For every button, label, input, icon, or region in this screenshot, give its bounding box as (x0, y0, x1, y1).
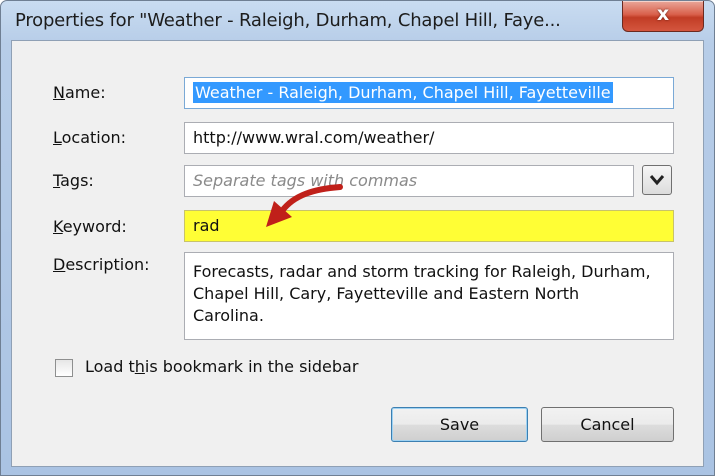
title-bar[interactable]: Properties for "Weather - Raleigh, Durha… (1, 1, 714, 39)
location-field[interactable]: http://www.wral.com/weather/ (184, 122, 674, 154)
name-value: Weather - Raleigh, Durham, Chapel Hill, … (193, 82, 613, 103)
description-field[interactable]: Forecasts, radar and storm tracking for … (184, 252, 674, 340)
save-button[interactable]: Save (391, 407, 528, 442)
tags-label: Tags: (53, 171, 94, 190)
dialog-title: Properties for "Weather - Raleigh, Durha… (15, 10, 561, 31)
chevron-down-icon (649, 175, 665, 186)
close-icon: x (656, 3, 670, 25)
description-label: Description: (53, 255, 150, 274)
tags-dropdown-button[interactable] (642, 165, 672, 195)
dialog-body: Name: Weather - Raleigh, Durham, Chapel … (11, 40, 704, 467)
red-arrow-icon (266, 184, 343, 227)
name-field[interactable]: Weather - Raleigh, Durham, Chapel Hill, … (184, 77, 674, 109)
load-in-sidebar-checkbox[interactable] (55, 359, 73, 377)
cancel-button[interactable]: Cancel (541, 407, 674, 442)
name-label: Name: (53, 83, 106, 102)
close-button[interactable]: x (622, 1, 704, 32)
keyword-label: Keyword: (53, 217, 127, 236)
location-label: Location: (53, 128, 127, 147)
properties-dialog: Properties for "Weather - Raleigh, Durha… (0, 0, 715, 476)
load-in-sidebar-label[interactable]: Load this bookmark in the sidebar (85, 357, 358, 376)
